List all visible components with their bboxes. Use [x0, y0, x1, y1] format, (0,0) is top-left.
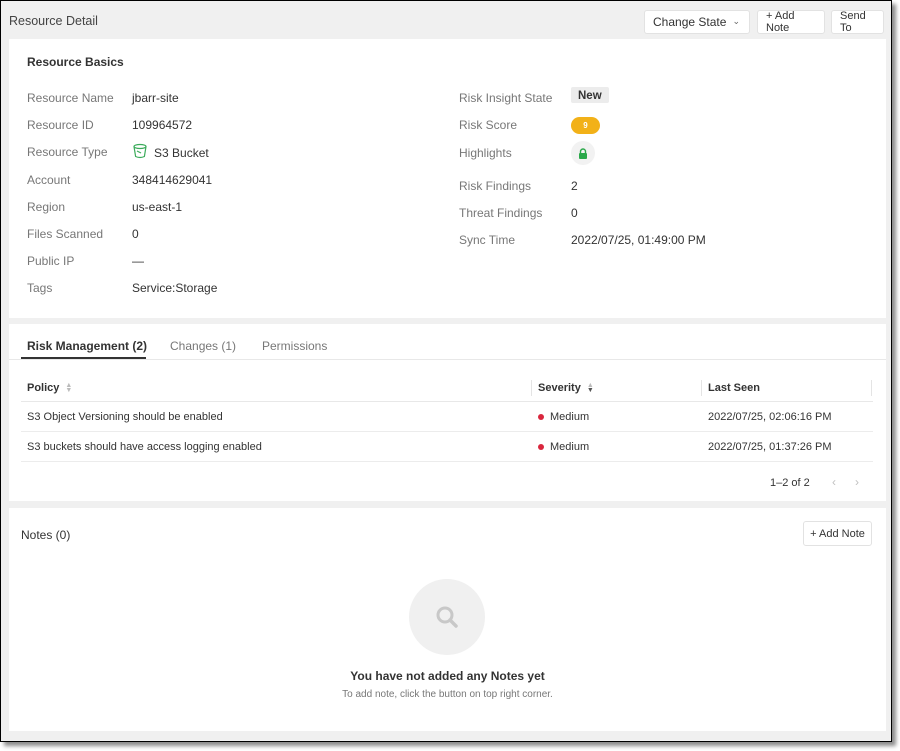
tab-permissions[interactable]: Permissions — [262, 339, 327, 353]
field-label: Files Scanned — [27, 227, 104, 241]
policy-cell: S3 Object Versioning should be enabled — [27, 411, 223, 423]
column-label: Severity — [538, 382, 581, 394]
field-label: Resource Name — [27, 91, 114, 105]
empty-state-subtitle: To add note, click the button on top rig… — [342, 689, 553, 700]
header: Resource Detail Change State ⌄ + Add Not… — [1, 1, 891, 39]
field-label: Public IP — [27, 254, 75, 268]
field-label: Risk Insight State — [459, 91, 553, 105]
chevron-down-icon: ⌄ — [732, 16, 740, 26]
s3-bucket-icon — [132, 143, 148, 162]
column-header-severity[interactable]: Severity ▲ ▼ — [538, 382, 594, 394]
lock-icon[interactable] — [571, 141, 595, 165]
field-value: New — [571, 87, 609, 103]
risk-insight-state-badge: New — [571, 87, 609, 103]
field-value: 0 — [132, 227, 139, 241]
risk-table: Policy ▲ ▼ Severity ▲ ▼ Last Seen S3 Objec… — [21, 374, 873, 462]
column-divider — [871, 380, 872, 396]
column-header-policy[interactable]: Policy ▲ ▼ — [27, 382, 72, 394]
page-title: Resource Detail — [9, 14, 98, 28]
field-label: Sync Time — [459, 233, 516, 247]
empty-state-illustration — [409, 579, 485, 655]
last-seen-cell: 2022/07/25, 02:06:16 PM — [708, 411, 832, 423]
risk-score-badge: 9 — [571, 117, 600, 134]
pagination: 1–2 of 2 ‹ › — [9, 470, 886, 490]
chevron-left-icon[interactable]: ‹ — [832, 475, 836, 489]
severity-cell: Medium — [538, 411, 589, 423]
search-icon — [436, 606, 458, 628]
column-header-last-seen[interactable]: Last Seen — [708, 382, 760, 394]
policy-cell: S3 buckets should have access logging en… — [27, 441, 262, 453]
field-label: Resource Type — [27, 145, 108, 159]
field-value: S3 Bucket — [132, 143, 209, 162]
table-header: Policy ▲ ▼ Severity ▲ ▼ Last Seen — [21, 374, 873, 402]
field-label: Highlights — [459, 146, 512, 160]
sort-icon[interactable]: ▲ ▼ — [587, 382, 594, 394]
column-divider — [701, 380, 702, 396]
resource-basics-panel: Resource Basics Resource Name jbarr-site… — [9, 39, 886, 318]
table-row[interactable]: S3 Object Versioning should be enabled M… — [21, 402, 873, 432]
resource-detail-window: Resource Detail Change State ⌄ + Add Not… — [0, 0, 892, 742]
column-label: Policy — [27, 382, 60, 394]
field-value: — — [132, 254, 144, 268]
risk-findings-link[interactable]: 2 — [571, 179, 578, 193]
change-state-label: Change State — [653, 15, 727, 29]
section-title: Resource Basics — [27, 55, 124, 69]
severity-dot-icon — [538, 444, 544, 450]
change-state-dropdown[interactable]: Change State ⌄ — [644, 10, 750, 34]
send-to-button[interactable]: Send To — [831, 10, 884, 34]
notes-title: Notes (0) — [21, 528, 71, 542]
tab-bar: Risk Management (2) Changes (1) Permissi… — [9, 324, 886, 360]
last-seen-cell: 2022/07/25, 01:37:26 PM — [708, 441, 832, 453]
field-label: Resource ID — [27, 118, 94, 132]
column-label: Last Seen — [708, 382, 760, 394]
field-value: 109964572 — [132, 118, 193, 132]
chevron-right-icon[interactable]: › — [855, 475, 859, 489]
field-value: 2022/07/25, 01:49:00 PM — [571, 233, 706, 247]
severity-text: Medium — [550, 411, 590, 423]
resource-type-text: S3 Bucket — [154, 145, 209, 160]
field-value: us-east-1 — [132, 200, 183, 214]
field-label: Region — [27, 200, 66, 214]
field-value: 0 — [571, 206, 578, 220]
field-label: Threat Findings — [459, 206, 543, 220]
severity-dot-icon — [538, 414, 544, 420]
notes-add-note-button[interactable]: + Add Note — [803, 521, 872, 546]
field-label: Tags — [27, 281, 53, 295]
table-row[interactable]: S3 buckets should have access logging en… — [21, 432, 873, 462]
add-note-button[interactable]: + Add Note — [757, 10, 825, 34]
field-label: Risk Score — [459, 118, 518, 132]
field-value: 9 — [571, 117, 600, 134]
field-value: jbarr-site — [132, 91, 179, 105]
field-label: Account — [27, 173, 71, 187]
column-divider — [531, 380, 532, 396]
risk-management-panel: Risk Management (2) Changes (1) Permissi… — [9, 324, 886, 501]
field-value: Service:Storage — [132, 281, 218, 295]
pagination-range: 1–2 of 2 — [770, 477, 810, 489]
field-value: 348414629041 — [132, 173, 213, 187]
tab-changes[interactable]: Changes (1) — [170, 339, 236, 353]
sort-icon[interactable]: ▲ ▼ — [65, 382, 72, 394]
empty-state-title: You have not added any Notes yet — [350, 669, 545, 683]
notes-panel: Notes (0) + Add Note You have not added … — [9, 508, 886, 731]
field-label: Risk Findings — [459, 179, 532, 193]
field-value — [571, 141, 595, 165]
tab-risk-management[interactable]: Risk Management (2) — [27, 339, 147, 353]
severity-text: Medium — [550, 441, 590, 453]
active-tab-indicator — [21, 357, 146, 359]
severity-cell: Medium — [538, 441, 589, 453]
